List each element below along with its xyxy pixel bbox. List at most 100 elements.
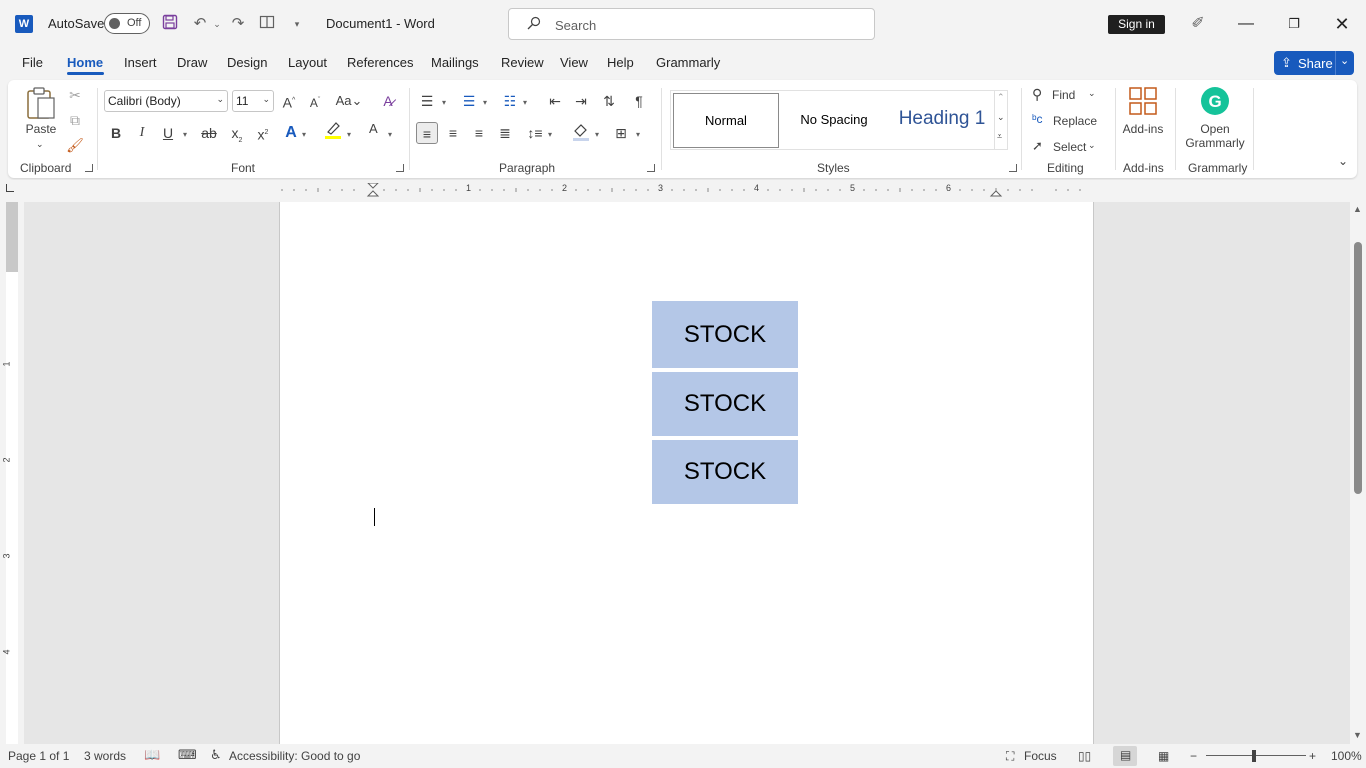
sign-in-button[interactable]: Sign in (1108, 15, 1165, 34)
chevron-down-icon[interactable]: ⌄ (1340, 54, 1349, 67)
shrink-font-icon[interactable]: Aˇ (304, 90, 326, 112)
tab-insert[interactable]: Insert (124, 55, 157, 70)
word-count[interactable]: 3 words (84, 749, 126, 763)
web-layout-icon[interactable]: ▦ (1158, 749, 1169, 763)
styles-up-icon[interactable]: ⌃ (997, 92, 1005, 103)
show-paragraph-marks-icon[interactable]: ¶ (628, 90, 650, 112)
borders-dropdown-icon[interactable]: ▾ (636, 130, 640, 139)
bullets-icon[interactable]: ☰ (416, 90, 438, 112)
print-layout-button[interactable]: ▤ (1113, 746, 1137, 766)
vertical-scrollbar[interactable]: ▲ ▼ (1350, 202, 1366, 744)
text-effects-dropdown-icon[interactable]: ▾ (302, 130, 306, 139)
font-color-dropdown-icon[interactable]: ▾ (388, 130, 392, 139)
bullets-dropdown-icon[interactable]: ▾ (442, 98, 446, 107)
close-button[interactable]: ✕ (1327, 10, 1357, 38)
zoom-level[interactable]: 100% (1331, 749, 1362, 763)
numbering-icon[interactable]: ☰ (458, 90, 480, 112)
underline-icon[interactable]: U (157, 122, 179, 144)
add-ins-button[interactable]: Add-ins (1118, 86, 1168, 142)
scroll-up-icon[interactable]: ▲ (1353, 204, 1362, 214)
clear-formatting-icon[interactable]: A̷ (377, 90, 399, 112)
borders-icon[interactable]: ⊞ (610, 122, 632, 144)
read-mode-icon[interactable]: ▯▯ (1078, 749, 1091, 763)
save-icon[interactable] (160, 14, 180, 34)
scrollbar-thumb[interactable] (1354, 242, 1362, 494)
subscript-icon[interactable]: x2 (226, 122, 248, 144)
numbering-dropdown-icon[interactable]: ▾ (483, 98, 487, 107)
tab-file[interactable]: File (22, 55, 43, 70)
font-color-icon[interactable]: A (363, 120, 385, 142)
align-left-icon[interactable]: ≡ (416, 122, 438, 144)
align-right-icon[interactable]: ≡ (468, 122, 490, 144)
font-size-dropdown[interactable]: 11 ⌄ (232, 90, 274, 112)
zoom-in-icon[interactable]: + (1309, 749, 1316, 763)
shading-icon[interactable] (570, 122, 592, 144)
find-button[interactable]: ⚲ Find ⌄ (1032, 86, 1102, 106)
strikethrough-icon[interactable]: ab (198, 122, 220, 144)
superscript-icon[interactable]: x2 (252, 122, 274, 144)
decrease-indent-icon[interactable]: ⇤ (544, 90, 566, 112)
clipboard-launcher-icon[interactable] (85, 164, 93, 172)
select-button[interactable]: ➚ Select ⌄ (1032, 138, 1102, 158)
search-input[interactable] (555, 15, 855, 35)
paste-dropdown-icon[interactable]: ⌄ (36, 139, 44, 150)
redo-icon[interactable]: ↷ (228, 14, 248, 34)
font-name-dropdown[interactable]: Calibri (Body) ⌄ (104, 90, 228, 112)
customize-qat-icon[interactable]: ▾ (287, 14, 307, 34)
accessibility-icon[interactable]: ♿ (210, 747, 222, 763)
stock-box[interactable]: STOCK (652, 440, 798, 504)
grow-font-icon[interactable]: A^ (278, 90, 300, 112)
line-spacing-dropdown-icon[interactable]: ▾ (548, 130, 552, 139)
zoom-slider-thumb[interactable] (1252, 750, 1256, 762)
proofing-icon[interactable]: 📖 (144, 747, 160, 763)
highlight-icon[interactable] (322, 120, 344, 142)
shading-dropdown-icon[interactable]: ▾ (595, 130, 599, 139)
stock-box[interactable]: STOCK (652, 372, 798, 436)
replace-button[interactable]: ᵇc Replace (1032, 112, 1102, 132)
highlight-dropdown-icon[interactable]: ▾ (347, 130, 351, 139)
tab-review[interactable]: Review (501, 55, 544, 70)
cut-icon[interactable]: ✂ (64, 84, 86, 106)
sort-icon[interactable]: ⇅ (598, 90, 620, 112)
italic-icon[interactable]: I (131, 122, 153, 144)
tab-grammarly[interactable]: Grammarly (656, 55, 720, 70)
autosave-toggle[interactable]: Off (104, 13, 150, 34)
ribbon-collapse-icon[interactable]: ⌄ (1338, 154, 1348, 168)
bold-icon[interactable]: B (105, 122, 127, 144)
search-box[interactable] (508, 8, 875, 40)
open-grammarly-button[interactable]: G Open Grammarly (1180, 86, 1250, 156)
multilevel-dropdown-icon[interactable]: ▾ (523, 98, 527, 107)
tab-draw[interactable]: Draw (177, 55, 207, 70)
zoom-out-icon[interactable]: − (1190, 749, 1197, 763)
format-painter-icon[interactable]: 🖌 (64, 134, 86, 156)
style-normal[interactable]: Normal (673, 93, 779, 148)
tab-design[interactable]: Design (227, 55, 267, 70)
styles-launcher-icon[interactable] (1009, 164, 1017, 172)
page-count[interactable]: Page 1 of 1 (8, 749, 69, 763)
focus-label[interactable]: Focus (1024, 749, 1057, 763)
tab-view[interactable]: View (560, 55, 588, 70)
text-effects-icon[interactable]: A (280, 122, 302, 144)
change-case-icon[interactable]: Aa⌄ (334, 90, 364, 112)
tab-mailings[interactable]: Mailings (431, 55, 479, 70)
scroll-down-icon[interactable]: ▼ (1353, 730, 1362, 740)
align-center-icon[interactable]: ≡ (442, 122, 464, 144)
accessibility-status[interactable]: Accessibility: Good to go (229, 749, 360, 763)
line-spacing-icon[interactable]: ↕≡ (524, 122, 546, 144)
styles-down-icon[interactable]: ⌄ (997, 112, 1005, 123)
restore-button[interactable]: ❐ (1279, 10, 1309, 38)
tab-home[interactable]: Home (67, 55, 103, 70)
justify-icon[interactable]: ≣ (494, 122, 516, 144)
text-predictions-icon[interactable]: ⌨ (178, 747, 197, 763)
font-launcher-icon[interactable] (396, 164, 404, 172)
undo-dropdown-icon[interactable]: ⌄ (207, 14, 227, 34)
paragraph-launcher-icon[interactable] (647, 164, 655, 172)
underline-dropdown-icon[interactable]: ▾ (183, 130, 187, 139)
stock-box[interactable]: STOCK (652, 301, 798, 368)
multilevel-list-icon[interactable]: ☷ (499, 90, 521, 112)
increase-indent-icon[interactable]: ⇥ (570, 90, 592, 112)
tab-references[interactable]: References (347, 55, 413, 70)
minimize-button[interactable]: — (1231, 10, 1261, 38)
style-no-spacing[interactable]: No Spacing (781, 93, 887, 148)
tab-layout[interactable]: Layout (288, 55, 327, 70)
